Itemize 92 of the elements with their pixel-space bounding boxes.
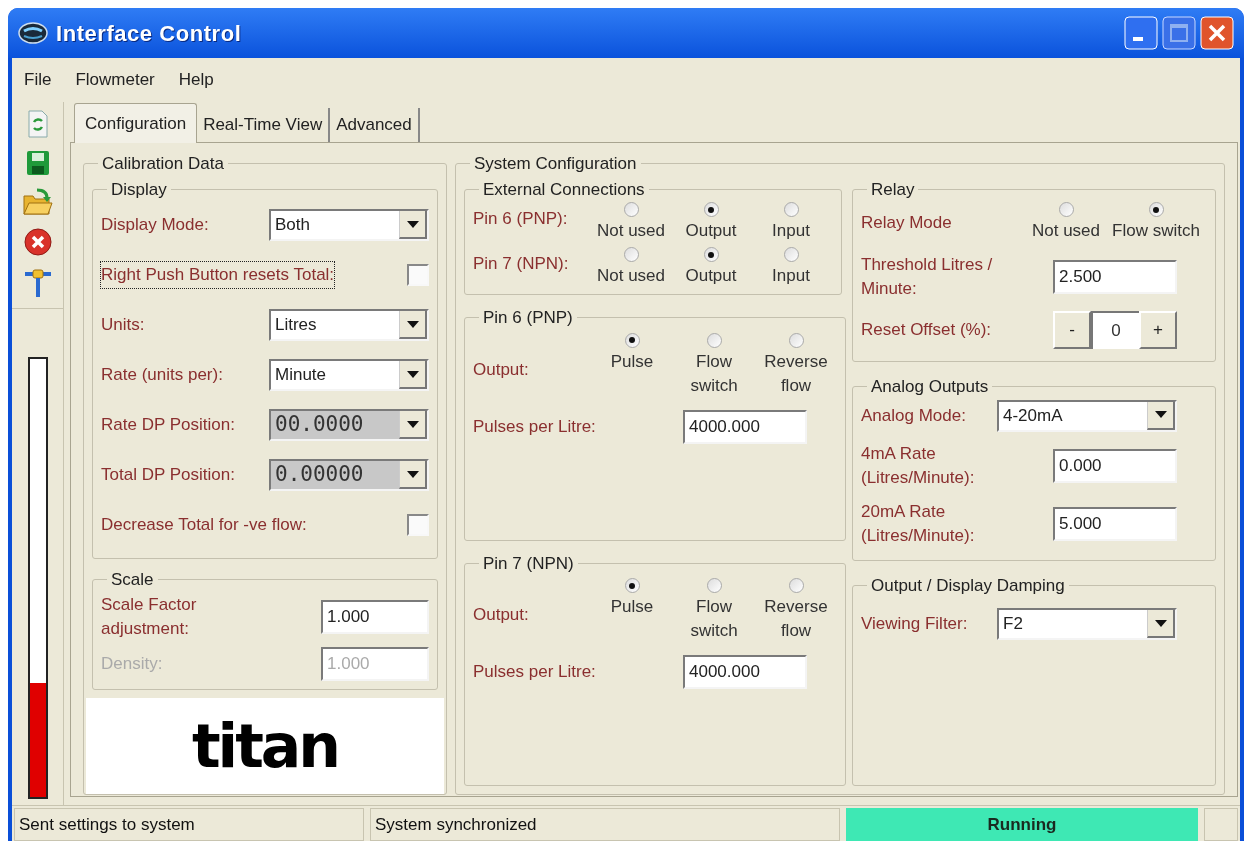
group-title: Relay <box>870 178 916 201</box>
field-label: Reset Offset (%): <box>861 319 992 342</box>
radio-option[interactable]: Output <box>671 247 751 288</box>
caret-icon <box>1154 411 1167 418</box>
field-label: Rate DP Position: <box>101 414 235 437</box>
radio-option[interactable]: Reverse flow <box>755 578 837 643</box>
status-indicator: Running <box>846 808 1198 841</box>
dropdown[interactable]: Both <box>269 209 429 241</box>
minimize-button[interactable] <box>1124 16 1158 50</box>
radio-option[interactable]: Pulse <box>591 578 673 619</box>
field-label: Threshold Litres / Minute: <box>861 254 994 300</box>
increment-button[interactable]: + <box>1139 311 1177 349</box>
caret-icon <box>406 420 419 428</box>
field-label: Density: <box>101 652 164 675</box>
group-title: Pin 6 (PNP) <box>482 307 574 329</box>
checkbox-label: Decrease Total for -ve flow: <box>101 514 307 537</box>
radio-option[interactable]: Not used <box>1021 202 1111 243</box>
caret-icon <box>406 370 419 378</box>
group-title: Output / Display Damping <box>870 574 1066 597</box>
field-label: 4mA Rate (Litres/Minute): <box>861 442 976 489</box>
dropdown-button[interactable] <box>1147 401 1175 430</box>
status-panel <box>1204 808 1238 841</box>
group-title: External Connections <box>482 178 646 201</box>
input-field[interactable]: 0.000 <box>1053 448 1177 483</box>
app-icon <box>18 22 48 44</box>
decrement-button[interactable]: - <box>1053 311 1091 349</box>
dropdown-button[interactable] <box>399 361 427 389</box>
field-label: Units: <box>101 314 145 337</box>
input-field[interactable]: 4000.000 <box>683 655 807 689</box>
group-title: Analog Outputs <box>870 376 990 398</box>
save-icon[interactable] <box>25 150 50 176</box>
dropdown[interactable]: F2 <box>997 608 1177 640</box>
field-label: Total DP Position: <box>101 464 235 487</box>
open-folder-icon[interactable] <box>22 188 53 216</box>
radio-option[interactable]: Flow switch <box>673 578 755 643</box>
checkbox-label: Right Push Button resets Total: <box>101 262 335 288</box>
tab[interactable]: Configuration <box>74 103 198 143</box>
radio-option[interactable]: Flow switch <box>1111 202 1201 243</box>
field-label: Display Mode: <box>101 214 209 237</box>
input-field[interactable]: 1.000 <box>321 599 429 634</box>
field-label: Viewing Filter: <box>861 613 968 636</box>
radio-option[interactable]: Input <box>751 247 831 288</box>
input-field[interactable]: 2.500 <box>1053 260 1177 294</box>
input-field[interactable]: 0 <box>1091 311 1139 349</box>
dropdown[interactable]: Minute <box>269 359 429 391</box>
caret-icon <box>406 470 419 478</box>
radio-option[interactable]: Input <box>751 202 831 243</box>
field-label: Output: <box>473 358 530 381</box>
group-title: Scale <box>110 569 155 591</box>
window-title: Interface Control <box>56 19 243 48</box>
field-label: Pin 7 (NPN): <box>473 253 570 275</box>
field-label: Relay Mode <box>861 211 953 234</box>
radio-option[interactable]: Not used <box>591 247 671 288</box>
field-label: Pin 6 (PNP): <box>473 208 569 230</box>
field-label: Pulses per Litre: <box>473 661 597 684</box>
menu-item[interactable]: Flowmeter <box>65 65 165 95</box>
radio-option[interactable]: Reverse flow <box>755 332 837 398</box>
caret-icon <box>406 320 419 328</box>
radio-option[interactable]: Flow switch <box>673 332 755 398</box>
refresh-document-icon[interactable] <box>26 110 49 138</box>
status-text: System synchronized <box>370 808 840 841</box>
field-label: Analog Mode: <box>861 404 966 427</box>
checkbox[interactable] <box>407 514 429 536</box>
field-label: Rate (units per): <box>101 364 223 387</box>
caret-icon <box>406 220 419 228</box>
radio-option[interactable]: Output <box>671 202 751 243</box>
stop-icon[interactable] <box>23 228 52 256</box>
field-label: Scale Factor adjustment: <box>101 593 198 640</box>
checkbox[interactable] <box>407 264 429 286</box>
input-field[interactable]: 4000.000 <box>683 409 807 444</box>
group-title: Display <box>110 178 168 201</box>
group-title: Calibration Data <box>101 153 225 175</box>
dropdown-button[interactable] <box>1147 610 1175 638</box>
company-logo: titan <box>191 715 339 776</box>
dropdown-button[interactable] <box>399 311 427 339</box>
menu-item[interactable]: Help <box>168 65 224 95</box>
radio-option[interactable]: Not used <box>591 202 671 243</box>
menu-item[interactable]: File <box>14 65 62 95</box>
group-title: Pin 7 (NPN) <box>482 552 575 575</box>
input-field[interactable]: 5.000 <box>1053 506 1177 541</box>
caret-icon <box>1154 619 1167 627</box>
status-text: Sent settings to system <box>14 808 364 841</box>
pipe-icon[interactable] <box>22 268 53 298</box>
dropdown[interactable]: 4-20mA <box>997 399 1177 432</box>
group-title: System Configuration <box>473 153 638 175</box>
radio-option[interactable]: Pulse <box>591 332 673 374</box>
close-button[interactable] <box>1200 16 1234 50</box>
dropdown-button[interactable] <box>399 211 427 239</box>
field-label: Output: <box>473 604 530 626</box>
field-label: 20mA Rate (Litres/Minute): <box>861 500 976 547</box>
dropdown[interactable]: Litres <box>269 309 429 341</box>
field-label: Pulses per Litre: <box>473 415 597 438</box>
